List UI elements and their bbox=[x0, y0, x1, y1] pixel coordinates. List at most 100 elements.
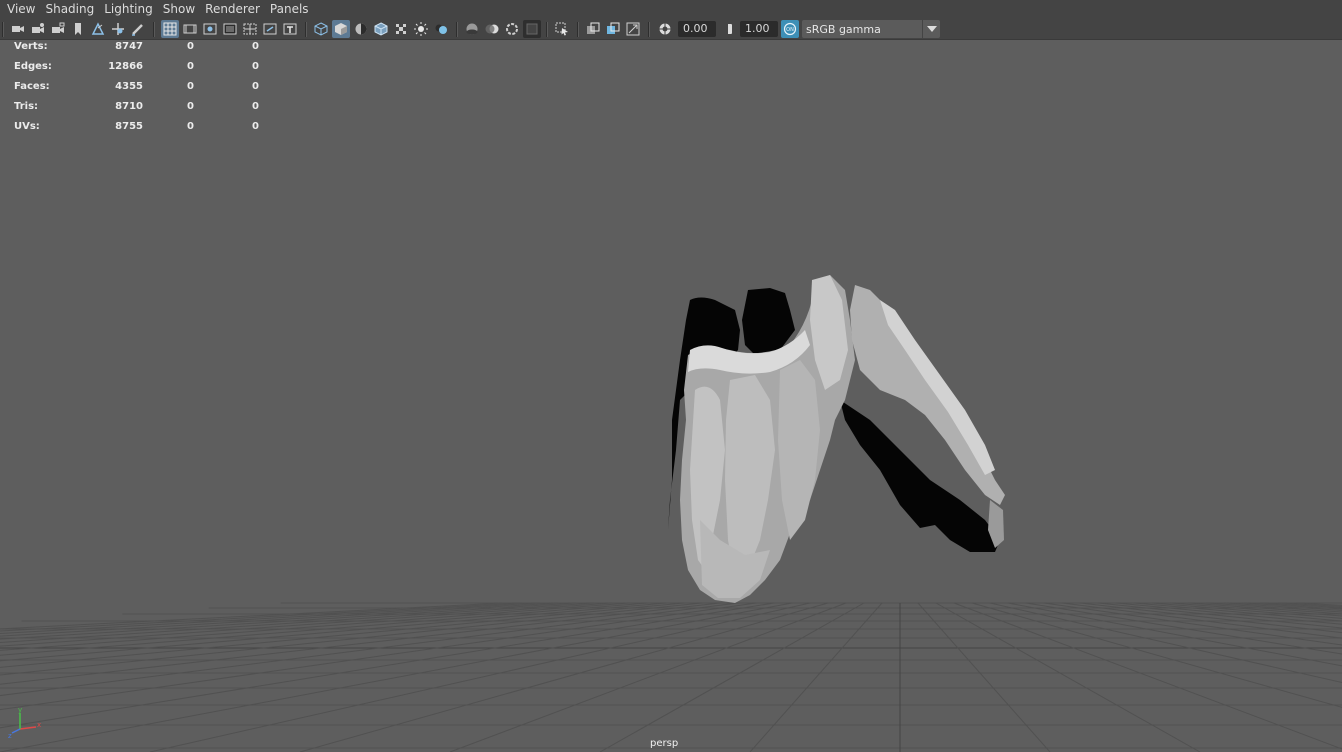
hud-value: 0 bbox=[252, 101, 259, 112]
hud-value: 12866 bbox=[108, 61, 143, 72]
wireframe-on-shaded-icon[interactable] bbox=[372, 20, 390, 38]
menu-panels[interactable]: Panels bbox=[265, 0, 314, 19]
grid-line bbox=[0, 602, 559, 637]
grid-line bbox=[971, 602, 1342, 708]
hud-label: Edges: bbox=[14, 61, 52, 72]
dropdown-arrow-icon[interactable] bbox=[922, 20, 940, 38]
hud-value: 0 bbox=[252, 81, 259, 92]
3d-viewport[interactable]: x y z bbox=[0, 41, 1342, 752]
default-material-icon[interactable] bbox=[352, 20, 370, 38]
gamma-icon[interactable] bbox=[719, 20, 737, 38]
hud-label: Verts: bbox=[14, 41, 48, 52]
hud-value: 0 bbox=[187, 61, 194, 72]
svg-text:ON: ON bbox=[786, 27, 794, 33]
hud-value: 0 bbox=[187, 101, 194, 112]
toolbar-separator bbox=[305, 22, 307, 37]
grid-line bbox=[1115, 602, 1342, 625]
backface-icon[interactable] bbox=[624, 20, 642, 38]
image-plane-icon[interactable] bbox=[89, 20, 107, 38]
hud-label: UVs: bbox=[14, 121, 40, 132]
hud-row-uvs: UVs: 8755 0 0 bbox=[14, 121, 264, 141]
2d-pan-zoom-icon[interactable] bbox=[109, 20, 127, 38]
hud-value: 0 bbox=[252, 41, 259, 52]
motion-blur-icon[interactable] bbox=[483, 20, 501, 38]
toolbar-separator bbox=[648, 22, 650, 37]
exposure-icon[interactable] bbox=[656, 20, 674, 38]
camera-attributes-icon[interactable] bbox=[29, 20, 47, 38]
axis-label-x: x bbox=[37, 721, 41, 729]
color-space-select[interactable]: sRGB gamma bbox=[802, 20, 940, 38]
shadows-icon[interactable] bbox=[432, 20, 450, 38]
camera-icon[interactable] bbox=[9, 20, 27, 38]
hud-value: 0 bbox=[252, 61, 259, 72]
grid-line bbox=[449, 602, 847, 752]
panel-menu-bar: View Shading Lighting Show Renderer Pane… bbox=[0, 0, 1342, 19]
xray-active-icon[interactable] bbox=[604, 20, 622, 38]
screen-space-ao-icon[interactable] bbox=[463, 20, 481, 38]
isolate-select-icon[interactable] bbox=[553, 20, 571, 38]
gate-mask-icon[interactable] bbox=[221, 20, 239, 38]
menu-shading[interactable]: Shading bbox=[40, 0, 99, 19]
axis-label-z: z bbox=[8, 732, 12, 739]
menu-view[interactable]: View bbox=[2, 0, 40, 19]
toolbar-separator bbox=[153, 22, 155, 37]
menu-show[interactable]: Show bbox=[158, 0, 200, 19]
hud-row-tris: Tris: 8710 0 0 bbox=[14, 101, 264, 121]
axis-label-y: y bbox=[18, 706, 22, 714]
xray-joints-icon[interactable] bbox=[584, 20, 602, 38]
hud-label: Tris: bbox=[14, 101, 39, 112]
depth-of-field-icon[interactable] bbox=[523, 20, 541, 38]
hud-row-edges: Edges: 12866 0 0 bbox=[14, 61, 264, 81]
grid-line bbox=[1097, 602, 1342, 629]
menu-lighting[interactable]: Lighting bbox=[99, 0, 158, 19]
hud-value: 0 bbox=[187, 121, 194, 132]
gamma-field[interactable]: 1.00 bbox=[740, 21, 778, 37]
maya-viewport-panel: View Shading Lighting Show Renderer Pane… bbox=[0, 0, 1342, 752]
toolbar-separator bbox=[577, 22, 579, 37]
poly-count-hud: Verts: 8747 0 0 Edges: 12866 0 0 Faces: … bbox=[14, 41, 264, 141]
menu-renderer[interactable]: Renderer bbox=[200, 0, 265, 19]
film-gate-icon[interactable] bbox=[181, 20, 199, 38]
grid-line bbox=[0, 602, 577, 640]
toolbar-separator bbox=[546, 22, 548, 37]
exposure-field[interactable]: 0.00 bbox=[678, 21, 716, 37]
hud-label: Faces: bbox=[14, 81, 50, 92]
axis-gizmo: x y z bbox=[8, 706, 41, 739]
toolbar-separator bbox=[2, 22, 4, 37]
color-management-icon[interactable]: ON bbox=[781, 20, 799, 38]
safe-title-icon[interactable] bbox=[281, 20, 299, 38]
use-all-lights-icon[interactable] bbox=[412, 20, 430, 38]
safe-action-icon[interactable] bbox=[261, 20, 279, 38]
hud-row-verts: Verts: 8747 0 0 bbox=[14, 41, 264, 61]
grid-line bbox=[917, 602, 1051, 752]
grease-pencil-icon[interactable] bbox=[129, 20, 147, 38]
hud-value: 0 bbox=[252, 121, 259, 132]
grid-line bbox=[1025, 602, 1342, 655]
bookmark-icon[interactable] bbox=[69, 20, 87, 38]
panel-toolbar: 0.00 1.00 ON sRGB gamma bbox=[0, 19, 1342, 40]
camera-lock-icon[interactable] bbox=[49, 20, 67, 38]
toolbar-separator bbox=[456, 22, 458, 37]
camera-name-label: persp bbox=[650, 738, 679, 749]
hud-value: 4355 bbox=[115, 81, 143, 92]
resolution-gate-icon[interactable] bbox=[201, 20, 219, 38]
hud-value: 0 bbox=[187, 81, 194, 92]
hud-value: 8755 bbox=[115, 121, 143, 132]
hud-value: 8747 bbox=[115, 41, 143, 52]
grid-line bbox=[299, 602, 829, 752]
viewport-scene bbox=[0, 275, 1342, 752]
anti-aliasing-icon[interactable] bbox=[503, 20, 521, 38]
grid-icon[interactable] bbox=[161, 20, 179, 38]
grid-line bbox=[749, 602, 883, 752]
hud-value: 0 bbox=[187, 41, 194, 52]
smooth-shade-icon[interactable] bbox=[332, 20, 350, 38]
wireframe-icon[interactable] bbox=[312, 20, 330, 38]
grid-line bbox=[1277, 602, 1342, 607]
field-chart-icon[interactable] bbox=[241, 20, 259, 38]
grid-line bbox=[1259, 602, 1342, 609]
xray-icon[interactable] bbox=[392, 20, 410, 38]
color-space-value: sRGB gamma bbox=[806, 22, 881, 36]
hud-value: 8710 bbox=[115, 101, 143, 112]
ground-grid bbox=[0, 602, 1342, 752]
grid-line bbox=[0, 602, 793, 752]
